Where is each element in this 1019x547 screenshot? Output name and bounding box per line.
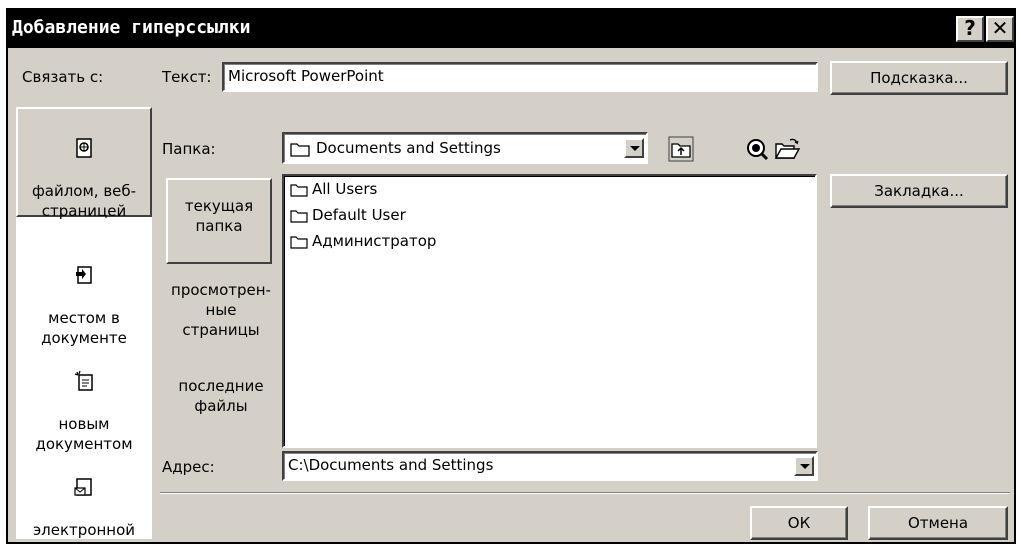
place-browsed-pages[interactable]: просмотрен- ные страницы	[160, 280, 282, 352]
divider	[160, 492, 1010, 494]
folder-combobox-value: Documents and Settings	[316, 139, 501, 157]
up-folder-icon[interactable]	[668, 136, 694, 162]
place-current-folder[interactable]: текущая папка	[166, 178, 272, 264]
search-web-icon[interactable]	[744, 136, 770, 162]
new-document-icon	[74, 370, 93, 391]
file-name: All Users	[312, 180, 378, 198]
file-list[interactable]: All Users Default User Администратор	[282, 174, 817, 448]
folder-icon	[290, 184, 308, 197]
link-to-file-label: файлом, веб- страницей	[31, 182, 137, 220]
file-name: Администратор	[312, 232, 437, 250]
folder-icon	[290, 236, 308, 249]
link-to-new-document[interactable]: новым документом	[16, 340, 152, 453]
address-label: Адрес:	[162, 458, 215, 476]
text-label: Текст:	[162, 68, 212, 86]
file-name: Default User	[312, 206, 406, 224]
title-bar: Добавление гиперссылки ? ✕	[8, 10, 1014, 48]
cancel-button[interactable]: Отмена	[868, 506, 1008, 540]
folder-icon	[290, 210, 308, 223]
list-item[interactable]: Администратор	[290, 232, 436, 254]
bookmark-button[interactable]: Закладка...	[830, 174, 1008, 208]
place-recent-files[interactable]: последние файлы	[160, 376, 282, 424]
dialog-title: Добавление гиперссылки	[12, 17, 251, 38]
document-place-icon	[76, 266, 92, 284]
browse-file-icon[interactable]	[774, 136, 800, 162]
help-button[interactable]: ?	[956, 16, 984, 42]
link-to-file-web-page[interactable]: файлом, веб- страницей	[16, 107, 152, 220]
close-button[interactable]: ✕	[986, 16, 1014, 42]
folder-icon	[290, 143, 310, 157]
email-icon	[74, 478, 92, 496]
link-to-email-label: электронной почтой	[32, 521, 136, 542]
hint-button[interactable]: Подсказка...	[830, 61, 1008, 95]
folder-combobox[interactable]: Documents and Settings	[282, 132, 648, 164]
insert-hyperlink-dialog: Добавление гиперссылки ? ✕ Связать с: фа…	[6, 8, 1016, 544]
list-item[interactable]: All Users	[290, 180, 377, 202]
list-item[interactable]: Default User	[290, 206, 406, 228]
address-input[interactable]: C:\Documents and Settings	[282, 451, 818, 481]
ok-button[interactable]: ОК	[750, 506, 848, 540]
folder-label: Папка:	[162, 140, 216, 158]
link-to-email[interactable]: электронной почтой	[16, 446, 152, 542]
link-to-place-in-document[interactable]: местом в документе	[16, 234, 152, 347]
address-dropdown-arrow[interactable]	[794, 456, 814, 476]
link-to-label: Связать с:	[22, 68, 104, 86]
web-page-icon	[76, 138, 92, 158]
folder-dropdown-arrow[interactable]	[624, 138, 644, 158]
display-text-input[interactable]: Microsoft PowerPoint	[222, 62, 818, 92]
